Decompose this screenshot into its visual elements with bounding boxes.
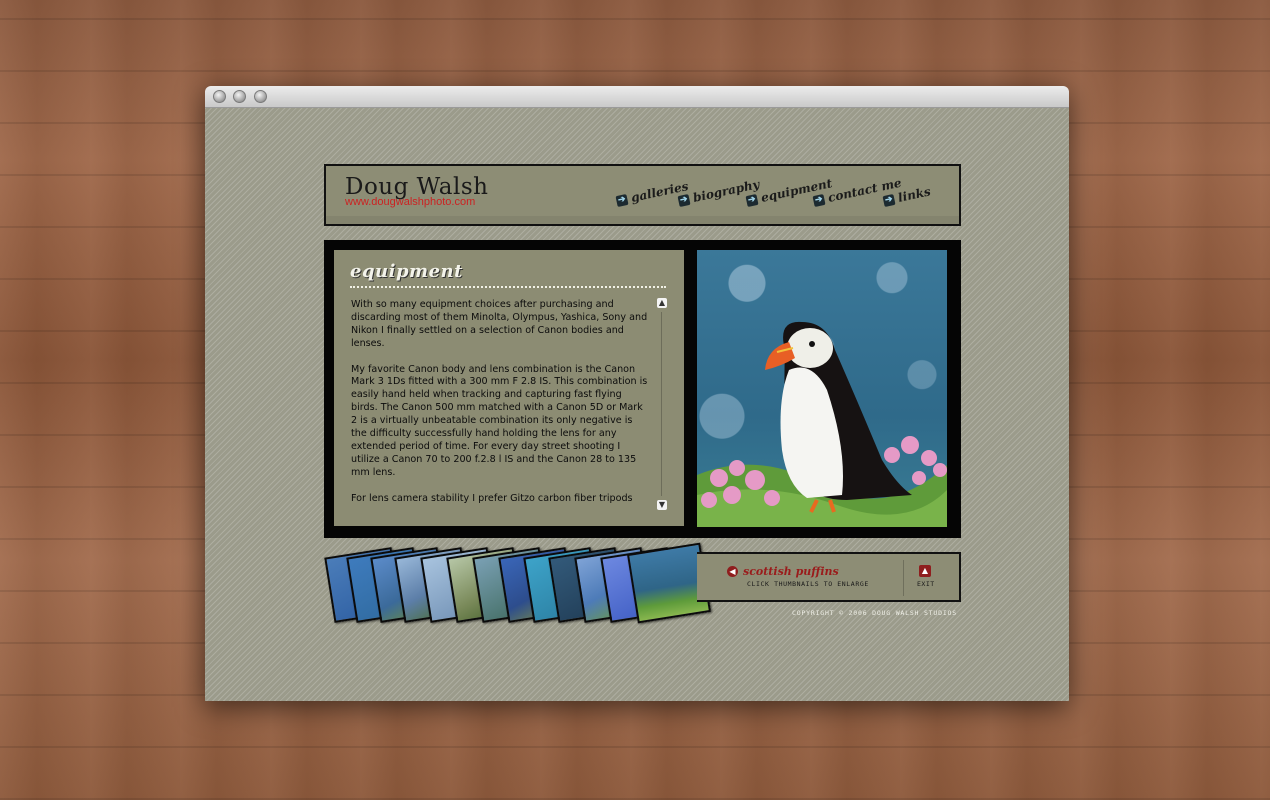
arrow-left-icon[interactable]: ◀ (727, 566, 738, 577)
arrow-right-icon: ➔ (745, 193, 759, 207)
arrow-right-icon: ➔ (812, 193, 826, 207)
thumbnail-strip (324, 542, 713, 628)
paragraph: For lens camera stability I prefer Gitzo… (351, 492, 633, 504)
paragraph: My favorite Canon body and lens combinat… (351, 363, 648, 478)
text-panel: equipment With so many equipment choices… (334, 250, 684, 526)
copyright: COPYRIGHT © 2006 DOUG WALSH STUDIOS (792, 609, 957, 617)
gallery-hint: CLICK THUMBNAILS TO ENLARGE (747, 580, 869, 588)
arrow-right-icon: ➔ (677, 193, 691, 207)
window-titlebar (205, 86, 1069, 108)
divider (903, 560, 904, 596)
browser-window: Doug Walsh www.dougwalshphoto.com ➔ gall… (205, 86, 1069, 701)
page-content: Doug Walsh www.dougwalshphoto.com ➔ gall… (205, 108, 1069, 701)
exit-button[interactable]: EXIT (917, 580, 935, 588)
scroll-up-icon[interactable]: ▲ (657, 298, 667, 308)
article-body: With so many equipment choices after pur… (351, 299, 651, 509)
arrow-up-icon[interactable]: ▲ (919, 565, 931, 577)
puffin-image (697, 321, 947, 527)
gallery-title: scottish puffins (743, 565, 839, 578)
window-minimize-button[interactable] (233, 90, 246, 103)
arrow-right-icon: ➔ (615, 193, 629, 207)
featured-photo (697, 250, 947, 527)
site-header: Doug Walsh www.dougwalshphoto.com ➔ gall… (324, 164, 961, 226)
scroll-down-icon[interactable]: ▼ (657, 500, 667, 510)
paragraph: With so many equipment choices after pur… (351, 299, 648, 349)
scrollbar-track[interactable] (661, 312, 662, 496)
divider (350, 286, 666, 288)
site-url[interactable]: www.dougwalshphoto.com (345, 196, 475, 208)
window-zoom-button[interactable] (254, 90, 267, 103)
window-close-button[interactable] (213, 90, 226, 103)
main-nav: ➔ galleries ➔ biography ➔ equipment ➔ co… (615, 176, 938, 210)
section-title: equipment (350, 261, 463, 282)
content-frame: equipment With so many equipment choices… (324, 240, 961, 538)
gallery-caption-bar: ◀ scottish puffins CLICK THUMBNAILS TO E… (697, 552, 961, 602)
arrow-right-icon: ➔ (882, 193, 896, 207)
